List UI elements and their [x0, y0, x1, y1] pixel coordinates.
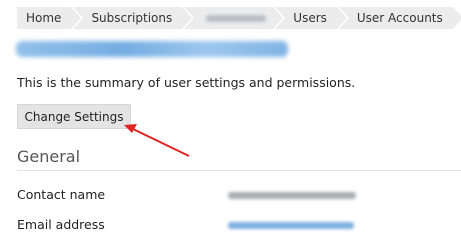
email-address-label: Email address [17, 217, 105, 232]
redacted-contact-name [228, 192, 356, 199]
redacted-email-address [228, 222, 354, 229]
breadcrumb-home[interactable]: Home [17, 7, 84, 29]
breadcrumb-subscription-name[interactable] [184, 7, 286, 29]
breadcrumb: Home Subscriptions Users User Accounts [17, 7, 461, 29]
page-intro: This is the summary of user settings and… [17, 75, 356, 90]
breadcrumb-subscriptions[interactable]: Subscriptions [73, 7, 195, 29]
redacted-title [16, 41, 288, 57]
section-heading-general: General [17, 147, 81, 166]
email-address-value[interactable] [228, 218, 358, 232]
redacted-text [206, 15, 267, 22]
breadcrumb-user-accounts[interactable]: User Accounts [338, 7, 461, 29]
contact-name-value [228, 188, 358, 202]
change-settings-button[interactable]: Change Settings [17, 104, 131, 129]
section-divider [17, 170, 461, 171]
contact-name-label: Contact name [17, 187, 106, 202]
page-title [16, 36, 296, 62]
annotation-arrow-line [132, 128, 190, 157]
